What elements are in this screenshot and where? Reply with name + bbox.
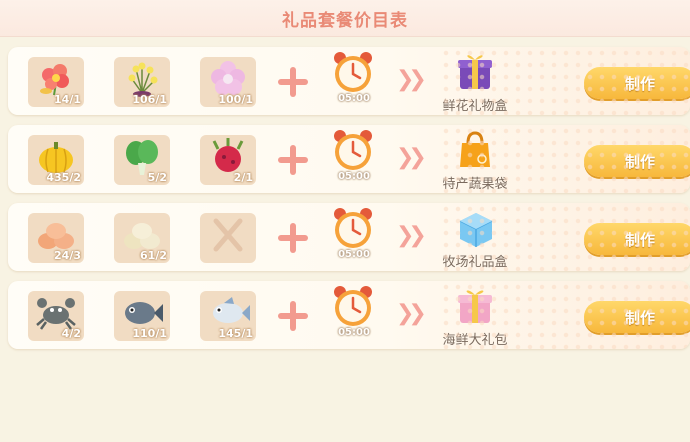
product: 特产蔬果袋 bbox=[430, 129, 520, 193]
plus-icon bbox=[278, 223, 308, 253]
craft-timer: 05:00 bbox=[326, 206, 382, 266]
ingredient-slot[interactable]: 14/1 bbox=[28, 57, 84, 107]
alarm-clock-icon bbox=[334, 286, 372, 326]
ingredient-slot[interactable]: 4/2 bbox=[28, 291, 84, 341]
make-button[interactable]: 制作 bbox=[584, 67, 690, 99]
recipe-row: 435/2 5/2 2/1 05:00 ❯❯ 特产蔬果袋 制作 bbox=[8, 125, 690, 193]
make-button[interactable]: 制作 bbox=[584, 145, 690, 177]
make-button[interactable]: 制作 bbox=[584, 223, 690, 255]
product-name: 特产蔬果袋 bbox=[442, 177, 508, 192]
craft-timer: 05:00 bbox=[326, 50, 382, 110]
craft-time: 05:00 bbox=[338, 93, 370, 104]
recipe-row: 4/2 110/1 145/1 05:00 ❯❯ 海鲜大礼包 制作 bbox=[8, 281, 690, 349]
ingredient-quantity: 24/3 bbox=[54, 249, 81, 262]
double-arrow-icon: ❯❯ bbox=[396, 223, 427, 248]
plus-icon bbox=[278, 67, 308, 97]
title-bar: 礼品套餐价目表 bbox=[0, 0, 690, 37]
ingredient-quantity: 14/1 bbox=[54, 93, 81, 106]
ingredient-quantity: 100/1 bbox=[218, 93, 253, 106]
craft-time: 05:00 bbox=[338, 327, 370, 338]
plus-icon bbox=[278, 145, 308, 175]
craft-time: 05:00 bbox=[338, 171, 370, 182]
blue-box-icon bbox=[459, 213, 493, 247]
product: 鲜花礼物盒 bbox=[430, 51, 520, 115]
ingredient-slot[interactable]: 2/1 bbox=[200, 135, 256, 185]
craft-timer: 05:00 bbox=[326, 128, 382, 188]
ingredient-quantity: 145/1 bbox=[218, 327, 253, 340]
product: 海鲜大礼包 bbox=[430, 285, 520, 349]
ingredient-slot[interactable]: 145/1 bbox=[200, 291, 256, 341]
ingredient-quantity: 435/2 bbox=[46, 171, 81, 184]
plus-icon bbox=[278, 301, 308, 331]
alarm-clock-icon bbox=[334, 130, 372, 170]
product-name: 牧场礼品盒 bbox=[442, 255, 508, 270]
gift-box-icon bbox=[458, 55, 492, 89]
ingredient-slot[interactable]: 110/1 bbox=[114, 291, 170, 341]
double-arrow-icon: ❯❯ bbox=[396, 145, 427, 170]
recipe-row: 24/3 61/2 05:00 ❯❯ 牧场礼品盒 制作 bbox=[8, 203, 690, 271]
craft-timer: 05:00 bbox=[326, 284, 382, 344]
ingredient-quantity: 4/2 bbox=[61, 327, 81, 340]
ingredient-quantity: 61/2 bbox=[140, 249, 167, 262]
ingredient-slot[interactable] bbox=[200, 213, 256, 263]
double-arrow-icon: ❯❯ bbox=[396, 301, 427, 326]
alarm-clock-icon bbox=[334, 52, 372, 92]
alarm-clock-icon bbox=[334, 208, 372, 248]
ingredient-slot[interactable]: 435/2 bbox=[28, 135, 84, 185]
empty-slot-icon bbox=[213, 218, 243, 252]
ingredient-slot[interactable]: 106/1 bbox=[114, 57, 170, 107]
craft-time: 05:00 bbox=[338, 249, 370, 260]
double-arrow-icon: ❯❯ bbox=[396, 67, 427, 92]
recipe-row: 14/1 106/1 100/1 05:00 ❯❯ 鲜花礼物盒 制作 bbox=[8, 47, 690, 115]
product: 牧场礼品盒 bbox=[430, 207, 520, 271]
ingredient-quantity: 110/1 bbox=[132, 327, 167, 340]
make-button[interactable]: 制作 bbox=[584, 301, 690, 333]
page-title: 礼品套餐价目表 bbox=[282, 10, 408, 31]
product-name: 海鲜大礼包 bbox=[442, 333, 508, 348]
ingredient-slot[interactable]: 61/2 bbox=[114, 213, 170, 263]
bag-icon bbox=[460, 131, 490, 167]
ingredient-slot[interactable]: 24/3 bbox=[28, 213, 84, 263]
product-name: 鲜花礼物盒 bbox=[442, 99, 508, 114]
ingredient-slot[interactable]: 100/1 bbox=[200, 57, 256, 107]
ingredient-quantity: 106/1 bbox=[132, 93, 167, 106]
ingredient-quantity: 2/1 bbox=[233, 171, 253, 184]
ingredient-quantity: 5/2 bbox=[147, 171, 167, 184]
pink-gift-icon bbox=[458, 290, 492, 323]
ingredient-slot[interactable]: 5/2 bbox=[114, 135, 170, 185]
